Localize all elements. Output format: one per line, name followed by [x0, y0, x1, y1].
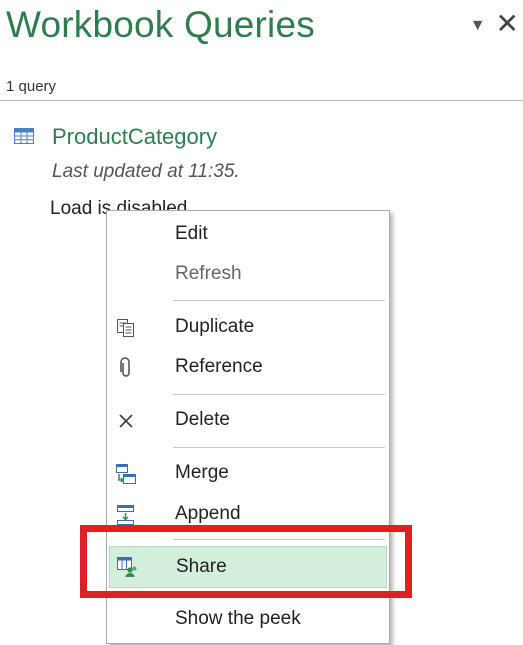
menu-item-share[interactable]: Share [109, 546, 387, 588]
menu-item-append[interactable]: Append [109, 495, 387, 533]
menu-item-merge[interactable]: Merge [109, 454, 387, 492]
menu-item-label: Append [175, 503, 241, 524]
menu-item-delete[interactable]: Delete [109, 401, 387, 439]
menu-item-label: Merge [175, 462, 229, 483]
menu-separator [173, 394, 385, 395]
query-updated-time: Last updated at 11:35. [52, 161, 240, 182]
menu-item-label: Reference [175, 356, 263, 377]
menu-item-duplicate[interactable]: Duplicate [109, 308, 387, 346]
menu-item-label: Share [176, 556, 227, 577]
menu-separator [173, 300, 385, 301]
menu-separator [173, 539, 385, 540]
pane-title: Workbook Queries [6, 4, 315, 45]
workbook-queries-pane: Workbook Queries ▼ ✕ 1 query ProductCate… [0, 0, 523, 645]
menu-item-show-the-peek[interactable]: Show the peek [109, 600, 387, 638]
close-icon[interactable]: ✕ [496, 10, 519, 38]
menu-item-label: Show the peek [175, 608, 301, 629]
context-menu: Edit Refresh Duplicate Reference Delete … [106, 210, 390, 644]
menu-separator [173, 447, 385, 448]
menu-separator [173, 592, 385, 593]
divider [0, 100, 523, 101]
menu-item-label: Refresh [175, 263, 242, 284]
query-count: 1 query [6, 78, 57, 95]
pane-controls: ▼ ✕ [470, 10, 519, 38]
menu-item-label: Edit [175, 223, 208, 244]
menu-item-refresh[interactable]: Refresh [109, 255, 387, 293]
menu-item-reference[interactable]: Reference [109, 348, 387, 386]
share-icon [116, 556, 138, 578]
table-icon [14, 128, 34, 144]
paperclip-icon [115, 357, 137, 379]
append-icon [115, 504, 137, 526]
merge-icon [115, 463, 137, 485]
pane-options-dropdown-icon[interactable]: ▼ [470, 17, 486, 35]
menu-item-edit[interactable]: Edit [109, 215, 387, 253]
query-name[interactable]: ProductCategory [52, 124, 217, 150]
menu-item-label: Duplicate [175, 316, 255, 337]
delete-x-icon [115, 410, 137, 432]
duplicate-icon [115, 317, 137, 339]
menu-item-label: Delete [175, 409, 230, 430]
